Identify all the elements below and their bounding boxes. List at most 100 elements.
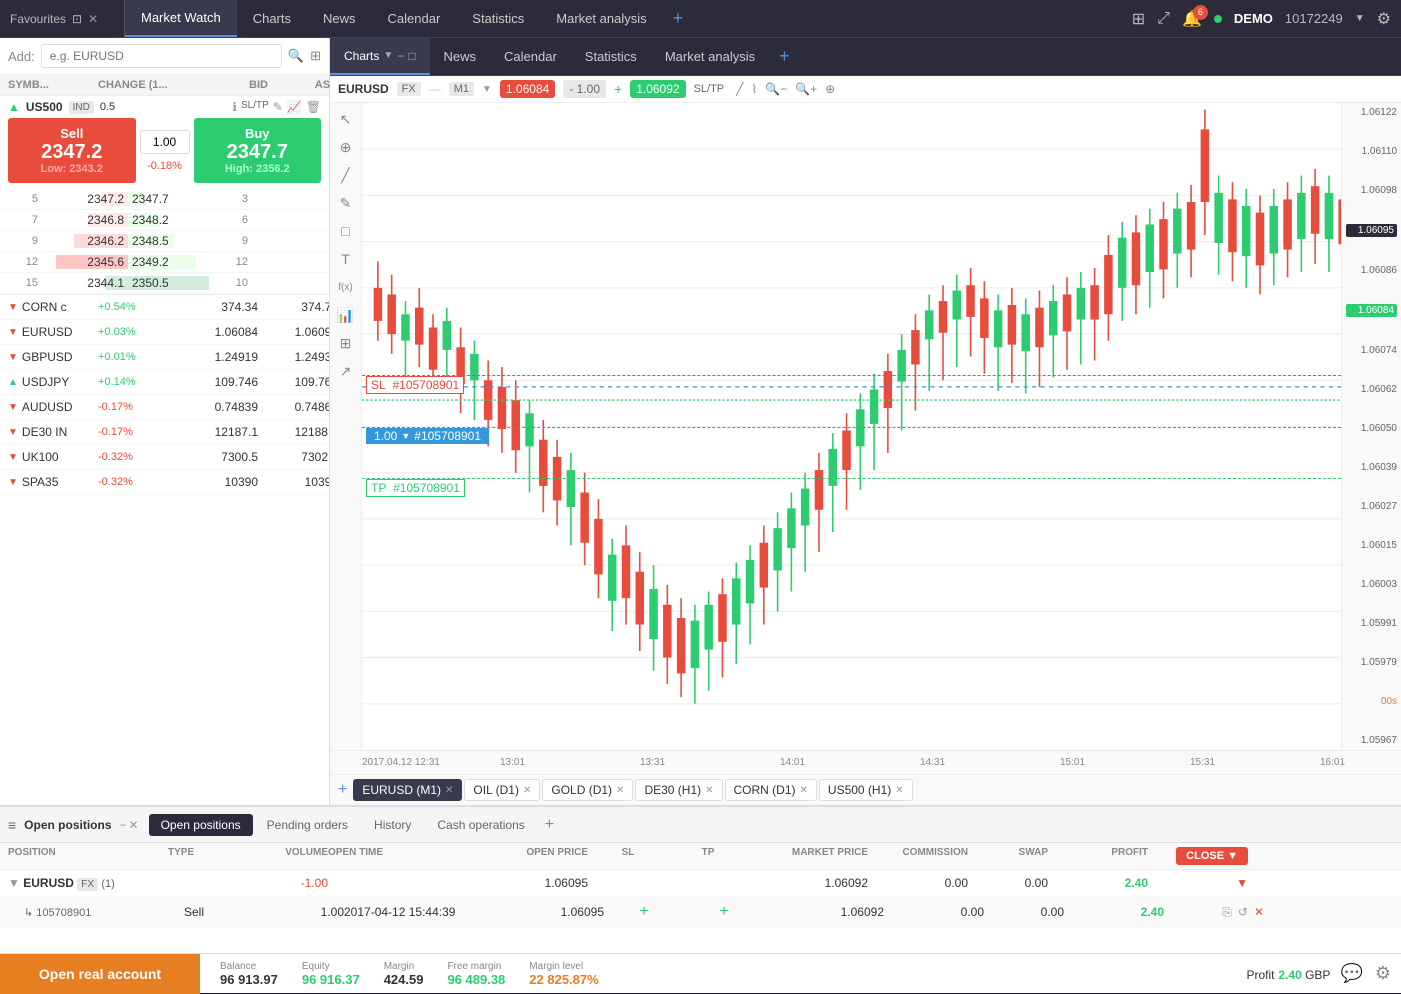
bottom-tab-add[interactable]: +: [539, 816, 560, 834]
chart-tab-add[interactable]: +: [338, 781, 347, 799]
sub-pos-refresh-icon[interactable]: ↺: [1238, 905, 1248, 919]
open-positions-close[interactable]: ✕: [129, 818, 139, 832]
chart-zoom-in-icon[interactable]: 🔍+: [795, 82, 817, 96]
us500-edit-icon[interactable]: ✎: [273, 100, 283, 114]
chart-line-icon[interactable]: ╱: [736, 82, 743, 96]
instrument-de30[interactable]: ▼DE30 IN -0.17% 12187.1 12188.0: [0, 420, 329, 445]
nav-add-btn[interactable]: +: [769, 46, 800, 67]
instrument-audusd[interactable]: ▼AUDUSD -0.17% 0.74839 0.74860: [0, 395, 329, 420]
calendar-tab-nav[interactable]: Calendar: [372, 0, 457, 37]
history-tab[interactable]: History: [362, 814, 423, 836]
tool-pencil[interactable]: ✎: [334, 191, 358, 215]
tool-line[interactable]: ╱: [334, 163, 358, 187]
us500-info-icon[interactable]: ℹ: [232, 100, 237, 114]
chart-tab-gold[interactable]: GOLD (D1) ✕: [542, 779, 633, 801]
tool-share[interactable]: ↗: [334, 359, 358, 383]
charts-minimize-icon[interactable]: −: [397, 49, 404, 63]
us500-chart-icon[interactable]: 📈: [287, 100, 302, 114]
sub-pos-sl[interactable]: +: [604, 903, 684, 921]
charts-tab[interactable]: Charts ▼ − □: [330, 38, 430, 75]
us500-sltp-label[interactable]: SL/TP: [241, 100, 269, 114]
news-tab-btn[interactable]: News: [430, 38, 491, 75]
notifications-container[interactable]: 🔔 6: [1182, 9, 1202, 29]
instrument-usdjpy[interactable]: ▲USDJPY +0.14% 109.746 109.761: [0, 370, 329, 395]
lot-input[interactable]: [140, 130, 190, 154]
chart-tab-oil-close[interactable]: ✕: [523, 785, 531, 796]
chart-tab-de30-close[interactable]: ✕: [705, 785, 713, 796]
free-margin-label: Free margin: [447, 961, 505, 972]
chart-tab-us500[interactable]: US500 (H1) ✕: [819, 779, 913, 801]
settings-icon[interactable]: ⚙: [1377, 9, 1391, 29]
sltp-button[interactable]: SL/TP: [694, 83, 725, 95]
tp-label-tag[interactable]: TP #105708901: [366, 479, 465, 497]
panels-icon[interactable]: ⊞: [1132, 9, 1145, 29]
chart-candle-icon[interactable]: ⌇: [751, 82, 757, 96]
sub-pos-copy-icon[interactable]: ⎘: [1222, 905, 1232, 920]
favourites-close[interactable]: ✕: [88, 12, 98, 26]
chart-tab-gold-close[interactable]: ✕: [616, 785, 624, 796]
market-analysis-tab-nav[interactable]: Market analysis: [540, 0, 662, 37]
pos-close-arrow-eurusd[interactable]: ▼: [1148, 876, 1248, 890]
instrument-corn[interactable]: ▼CORN c +0.54% 374.34 374.73: [0, 295, 329, 320]
chart-tab-oil[interactable]: OIL (D1) ✕: [464, 779, 540, 801]
instrument-spa35[interactable]: ▼SPA35 -0.32% 10390 10399: [0, 470, 329, 495]
instrument-uk100[interactable]: ▼UK100 -0.32% 7300.5 7302.5: [0, 445, 329, 470]
chat-icon[interactable]: 💬: [1340, 963, 1362, 984]
statistics-tab-nav[interactable]: Statistics: [456, 0, 540, 37]
pending-orders-tab[interactable]: Pending orders: [255, 814, 360, 836]
instrument-gbpusd[interactable]: ▼GBPUSD +0.01% 1.24919 1.24935: [0, 345, 329, 370]
search-input[interactable]: [41, 44, 282, 68]
tool-text[interactable]: T: [334, 247, 358, 271]
cash-operations-tab[interactable]: Cash operations: [425, 814, 536, 836]
tool-crosshair[interactable]: ⊕: [334, 135, 358, 159]
pos-dropdown[interactable]: ▼: [401, 431, 410, 441]
add-tab-button[interactable]: +: [663, 8, 694, 29]
charts-tab-nav[interactable]: Charts: [237, 0, 307, 37]
chart-tab-eurusd[interactable]: EURUSD (M1) ✕: [353, 779, 462, 801]
tool-layers[interactable]: ⊞: [334, 331, 358, 355]
open-account-button[interactable]: Open real account: [0, 954, 200, 994]
fullscreen-icon[interactable]: ⤢: [1157, 10, 1170, 28]
sl-label-tag[interactable]: SL #105708901: [366, 376, 464, 394]
chart-tab-de30[interactable]: DE30 (H1) ✕: [635, 779, 722, 801]
market-watch-tab[interactable]: Market Watch: [125, 0, 237, 37]
chart-timeframe-dropdown[interactable]: ▼: [482, 84, 492, 95]
spread-left-4: 15: [8, 277, 38, 289]
sell-button[interactable]: Sell 2347.2 Low: 2343.2: [8, 118, 136, 183]
charts-dropdown-icon[interactable]: ▼: [383, 50, 393, 61]
instrument-eurusd[interactable]: ▼EURUSD +0.03% 1.06084 1.06092: [0, 320, 329, 345]
chart-tab-us500-close[interactable]: ✕: [895, 785, 903, 796]
market-analysis-tab-btn[interactable]: Market analysis: [651, 38, 769, 75]
tool-shapes[interactable]: □: [334, 219, 358, 243]
chart-tab-eurusd-close[interactable]: ✕: [445, 785, 453, 796]
open-positions-minimize[interactable]: −: [120, 818, 127, 832]
chart-crosshair-icon[interactable]: ⊕: [825, 82, 835, 96]
sub-pos-tp[interactable]: +: [684, 903, 764, 921]
buy-button[interactable]: Buy 2347.7 High: 2356.2: [194, 118, 322, 183]
pos-label-tag[interactable]: 1.00 ▼ #105708901: [366, 428, 489, 444]
tool-cursor[interactable]: ↖: [334, 107, 358, 131]
search-icon[interactable]: 🔍: [288, 48, 304, 64]
chart-tab-corn[interactable]: CORN (D1) ✕: [725, 779, 817, 801]
open-positions-tab[interactable]: Open positions: [149, 814, 253, 836]
chart-tab-corn-close[interactable]: ✕: [800, 785, 808, 796]
favourites-tab[interactable]: Favourites ⊡ ✕: [0, 0, 125, 37]
sub-pos-profit: 2.40: [1064, 905, 1164, 919]
grid-view-icon[interactable]: ⊞: [310, 48, 321, 64]
account-dropdown-arrow[interactable]: ▼: [1355, 13, 1365, 24]
us500-delete-icon[interactable]: 🗑: [306, 100, 321, 114]
statistics-tab-btn[interactable]: Statistics: [571, 38, 651, 75]
settings-bar-icon[interactable]: ⚙: [1375, 963, 1391, 984]
tool-fib[interactable]: f(x): [334, 275, 358, 299]
us500-name[interactable]: US500: [26, 100, 63, 114]
close-all-button[interactable]: CLOSE ▼: [1176, 847, 1248, 865]
chart-zoom-out-icon[interactable]: 🔍−: [765, 82, 787, 96]
sub-pos-delete-icon[interactable]: ✕: [1254, 905, 1264, 919]
tool-indicators[interactable]: 📊: [334, 303, 358, 327]
charts-maximize-icon[interactable]: □: [408, 49, 415, 63]
chart-type-badge[interactable]: FX: [397, 82, 421, 96]
calendar-tab-btn[interactable]: Calendar: [490, 38, 571, 75]
pos-expand-icon[interactable]: ▼: [8, 876, 20, 890]
chart-timeframe[interactable]: M1: [449, 82, 474, 96]
news-tab-nav[interactable]: News: [307, 0, 372, 37]
